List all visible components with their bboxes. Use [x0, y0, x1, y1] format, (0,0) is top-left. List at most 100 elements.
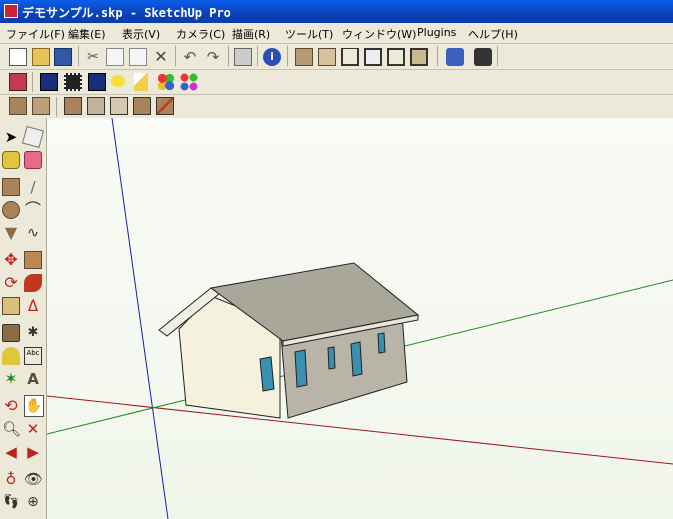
- paste-icon[interactable]: [129, 48, 147, 66]
- offset-icon[interactable]: ᐃ: [24, 297, 42, 315]
- scene-svg: [47, 118, 673, 519]
- menu-plugins[interactable]: Plugins: [417, 26, 456, 39]
- section-icon[interactable]: [156, 97, 174, 115]
- component-icon[interactable]: [21, 125, 45, 149]
- menu-draw[interactable]: 描画(R): [232, 26, 270, 42]
- back-view-icon[interactable]: [387, 48, 405, 66]
- rectangle-icon[interactable]: [2, 178, 20, 196]
- dimension-icon[interactable]: ✱: [24, 324, 42, 342]
- polygon-icon[interactable]: ▼: [2, 224, 20, 242]
- tape-icon[interactable]: [2, 324, 20, 342]
- menu-view[interactable]: 表示(V): [122, 26, 160, 42]
- side-window: [377, 332, 386, 354]
- edit-icon[interactable]: [9, 73, 27, 91]
- look-around-icon[interactable]: 👁︎: [24, 470, 43, 488]
- front-window: [259, 356, 275, 392]
- red-axis: [47, 395, 673, 465]
- cut-icon[interactable]: ✂: [84, 48, 102, 66]
- move-icon[interactable]: ✥: [2, 251, 20, 269]
- separator: [287, 46, 288, 66]
- menu-bar: ファイル(F) 編集(E) 表示(V) カメラ(C) 描画(R) ツール(T) …: [0, 23, 673, 44]
- separator: [78, 46, 79, 66]
- open-icon[interactable]: [32, 48, 50, 66]
- window-title: デモサンプル.skp - SketchUp Pro: [22, 6, 231, 20]
- top-view-icon[interactable]: [318, 48, 336, 66]
- menu-window[interactable]: ウィンドウ(W): [342, 26, 416, 42]
- eraser-icon[interactable]: [24, 151, 42, 169]
- iso-view-icon[interactable]: [295, 48, 313, 66]
- orbit-icon[interactable]: ⟲: [2, 397, 20, 415]
- house-model[interactable]: [158, 262, 420, 419]
- side-window: [350, 341, 363, 377]
- follow-me-icon[interactable]: [24, 274, 42, 292]
- cube-icon[interactable]: [134, 73, 148, 91]
- look-icon[interactable]: [111, 75, 125, 87]
- components-icon[interactable]: [40, 73, 58, 91]
- copy-icon[interactable]: [106, 48, 124, 66]
- next-view-icon[interactable]: ▶: [24, 443, 42, 461]
- undo-icon[interactable]: ↶: [181, 48, 199, 66]
- separator: [497, 46, 498, 66]
- left-tool-palette: ➤ / ⌒ ▼ ∿ ✥ ⟳ ᐃ ✱ Abc ✶ A ⟲ ✋ 🔍︎ ✕ ◀ ▶ ♁…: [0, 118, 47, 519]
- right-view-icon[interactable]: [364, 48, 382, 66]
- views-toolbar: [0, 70, 673, 95]
- axes-icon[interactable]: ✶: [2, 370, 20, 388]
- zoom-icon[interactable]: 🔍︎: [2, 420, 21, 438]
- left-view-icon[interactable]: [410, 48, 428, 66]
- standard-toolbar: ✂ ✕ ↶ ↷ i 1 2 3 4 5 6 7 8 9 10 11 12: [0, 44, 673, 113]
- shaded-icon[interactable]: [87, 97, 105, 115]
- save-icon[interactable]: [54, 48, 72, 66]
- menu-camera[interactable]: カメラ(C): [176, 26, 225, 42]
- sketchup-app-icon[interactable]: [4, 4, 18, 18]
- menu-help[interactable]: ヘルプ(H): [468, 26, 518, 42]
- separator: [228, 46, 229, 66]
- new-icon[interactable]: [9, 48, 27, 66]
- hidden-line-icon[interactable]: [64, 97, 82, 115]
- color-icon[interactable]: [180, 73, 198, 91]
- xray-icon[interactable]: [9, 97, 27, 115]
- walk-icon[interactable]: [88, 73, 106, 91]
- redo-icon[interactable]: ↷: [204, 48, 222, 66]
- walk-icon[interactable]: 👣︎: [2, 493, 20, 511]
- separator: [32, 72, 33, 92]
- separator: [257, 46, 258, 66]
- circle-icon[interactable]: [2, 201, 20, 219]
- section-icon[interactable]: ⊕: [24, 493, 42, 511]
- side-window: [327, 346, 336, 370]
- shadow-settings-icon[interactable]: [446, 48, 464, 66]
- menu-tools[interactable]: ツール(T): [285, 26, 333, 42]
- menu-edit[interactable]: 編集(E): [68, 26, 106, 42]
- text-icon[interactable]: Abc: [24, 347, 42, 365]
- wireframe-icon[interactable]: [32, 97, 50, 115]
- shaded-texture-icon[interactable]: [110, 97, 128, 115]
- select-icon[interactable]: ➤: [2, 128, 20, 146]
- blue-axis: [111, 118, 169, 519]
- film-icon[interactable]: [64, 73, 82, 91]
- menu-file[interactable]: ファイル(F): [6, 26, 65, 42]
- line-icon[interactable]: /: [24, 178, 42, 196]
- push-pull-icon[interactable]: [24, 251, 42, 269]
- paint-icon[interactable]: [2, 151, 20, 169]
- protractor-icon[interactable]: [2, 347, 20, 365]
- print-icon[interactable]: [234, 48, 252, 66]
- separator: [56, 97, 57, 117]
- rotate-icon[interactable]: ⟳: [2, 274, 20, 292]
- front-view-icon[interactable]: [341, 48, 359, 66]
- freehand-icon[interactable]: ∿: [24, 224, 42, 242]
- position-camera-icon[interactable]: ♁: [2, 470, 20, 488]
- styles-toolbar: [0, 95, 673, 119]
- side-window: [294, 349, 308, 388]
- info-icon[interactable]: i: [263, 48, 281, 66]
- fog-icon[interactable]: [474, 48, 492, 66]
- arc-icon[interactable]: ⌒: [24, 201, 42, 219]
- previous-view-icon[interactable]: ◀: [2, 443, 20, 461]
- scale-icon[interactable]: [2, 297, 20, 315]
- pan-icon[interactable]: ✋: [24, 395, 44, 417]
- materials-icon[interactable]: [157, 73, 175, 91]
- model-viewport[interactable]: [47, 118, 673, 519]
- erase-icon[interactable]: ✕: [152, 48, 170, 66]
- separator: [437, 46, 438, 66]
- monochrome-icon[interactable]: [133, 97, 151, 115]
- 3d-text-icon[interactable]: A: [24, 370, 42, 388]
- zoom-extents-icon[interactable]: ✕: [24, 420, 42, 438]
